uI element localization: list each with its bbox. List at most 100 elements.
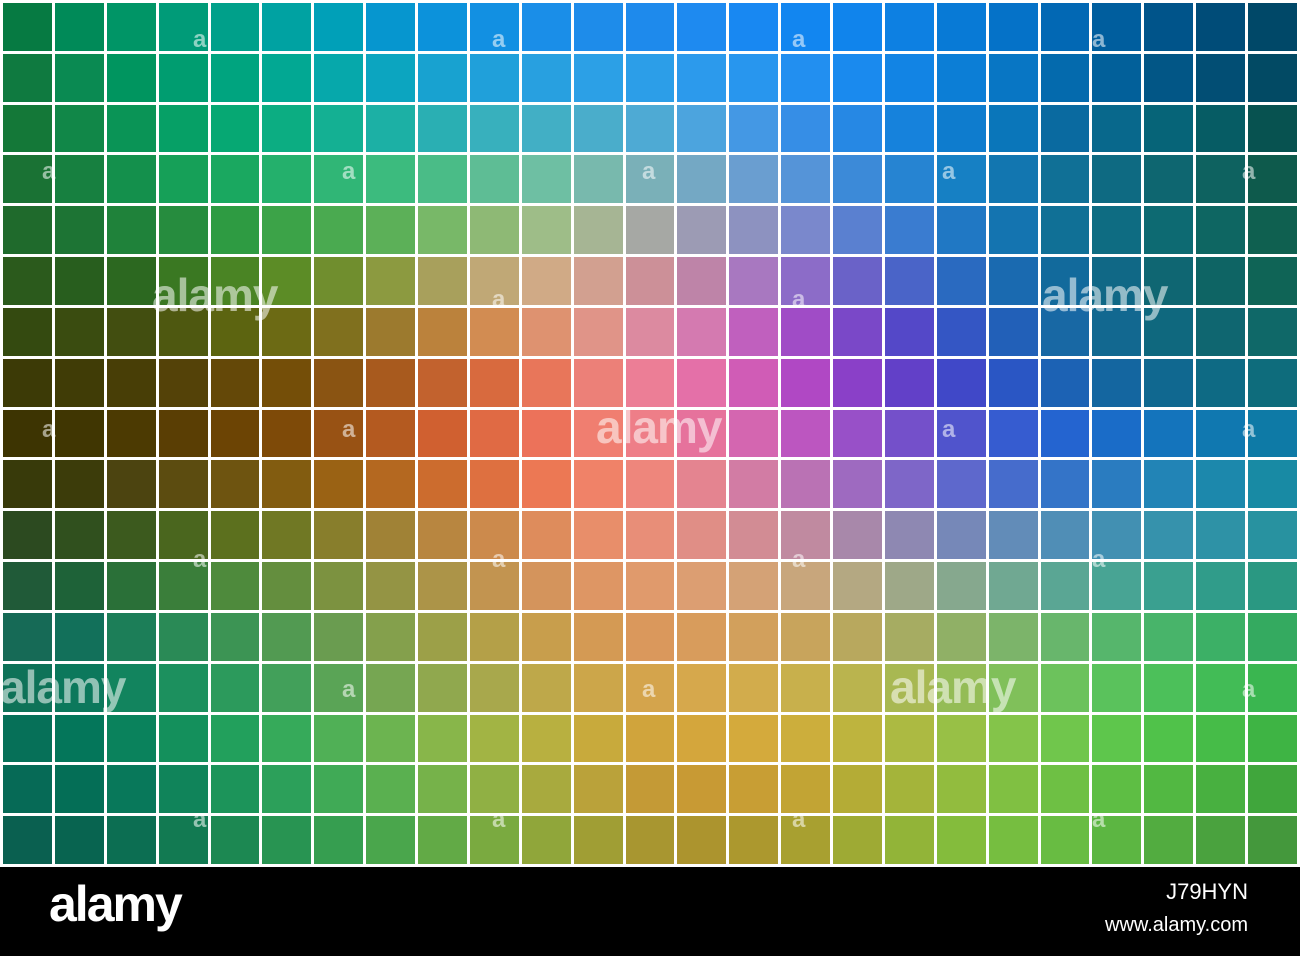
footer-logo: alamy [49, 876, 183, 932]
mosaic-tile [1092, 613, 1141, 661]
mosaic-tile [677, 206, 726, 254]
mosaic-tile [107, 359, 156, 407]
mosaic-tile [626, 3, 674, 51]
mosaic-tile [729, 359, 778, 407]
mosaic-tile [418, 155, 467, 203]
mosaic-tile [314, 3, 363, 51]
mosaic-tile [626, 54, 674, 102]
mosaic-tile [1041, 257, 1089, 305]
mosaic-tile [1196, 511, 1245, 559]
mosaic-tile [3, 359, 52, 407]
mosaic-tile [418, 816, 467, 864]
mosaic-tile [1092, 715, 1141, 762]
mosaic-tile [55, 257, 104, 305]
mosaic-tile [107, 3, 156, 51]
mosaic-tile [366, 511, 415, 559]
mosaic-tile [3, 206, 52, 254]
mosaic-tile [107, 460, 156, 508]
mosaic-tile [885, 765, 934, 813]
mosaic-tile [1092, 54, 1141, 102]
mosaic-tile [159, 511, 208, 559]
mosaic-tile [1041, 105, 1089, 152]
mosaic-tile [314, 816, 363, 864]
mosaic-tile [937, 359, 986, 407]
mosaic-tile [937, 511, 986, 559]
mosaic-tile [937, 765, 986, 813]
mosaic-tile [55, 155, 104, 203]
mosaic-tile [1196, 410, 1245, 457]
mosaic-tile [418, 359, 467, 407]
mosaic-tile [885, 206, 934, 254]
mosaic-tile [262, 410, 311, 457]
mosaic-tile [989, 308, 1038, 356]
mosaic-tile [1248, 613, 1297, 661]
mosaic-tile [418, 410, 467, 457]
mosaic-tile [211, 155, 259, 203]
mosaic-tile [833, 105, 882, 152]
mosaic-tile [470, 410, 519, 457]
mosaic-tile [833, 54, 882, 102]
mosaic-tile [522, 460, 571, 508]
mosaic-tile [729, 3, 778, 51]
mosaic-tile [833, 359, 882, 407]
mosaic-tile [159, 105, 208, 152]
mosaic-tile [159, 3, 208, 51]
mosaic-tile [885, 410, 934, 457]
mosaic-tile [211, 613, 259, 661]
mosaic-tile [107, 613, 156, 661]
mosaic-tile [1092, 511, 1141, 559]
image-id: J79HYN [1166, 879, 1248, 904]
mosaic-tile [1041, 562, 1089, 610]
mosaic-tile [211, 664, 259, 712]
mosaic-tile [1196, 308, 1245, 356]
mosaic-tile [574, 308, 623, 356]
mosaic-tile [574, 664, 623, 712]
mosaic-tile [107, 715, 156, 762]
mosaic-tile [1196, 359, 1245, 407]
mosaic-tile [574, 410, 623, 457]
mosaic-tile [159, 308, 208, 356]
mosaic-tile [1196, 664, 1245, 712]
mosaic-tile [55, 105, 104, 152]
mosaic-tile [1092, 206, 1141, 254]
mosaic-tile [3, 105, 52, 152]
mosaic-tile [781, 155, 830, 203]
mosaic-tile [781, 54, 830, 102]
mosaic-tile [211, 511, 259, 559]
mosaic-tile [1248, 765, 1297, 813]
mosaic-tile [314, 410, 363, 457]
mosaic-tile [989, 816, 1038, 864]
mosaic-tile [314, 155, 363, 203]
mosaic-tile [833, 715, 882, 762]
mosaic-tile [262, 257, 311, 305]
mosaic-tile [159, 664, 208, 712]
mosaic-tile [159, 155, 208, 203]
mosaic-tile [262, 206, 311, 254]
mosaic-tile [989, 206, 1038, 254]
mosaic-tile [885, 359, 934, 407]
mosaic-tile [1144, 460, 1193, 508]
mosaic-tile [159, 715, 208, 762]
mosaic-tile [885, 257, 934, 305]
mosaic-tile [107, 257, 156, 305]
mosaic-tile [574, 562, 623, 610]
mosaic-tile [781, 664, 830, 712]
mosaic-tile [418, 54, 467, 102]
mosaic-tile [211, 460, 259, 508]
mosaic-tile [833, 511, 882, 559]
mosaic-tile [574, 105, 623, 152]
mosaic-tile [626, 359, 674, 407]
mosaic-tile [937, 410, 986, 457]
mosaic-tile [833, 308, 882, 356]
mosaic-tile [781, 3, 830, 51]
mosaic-tile [989, 105, 1038, 152]
mosaic-tile [1196, 54, 1245, 102]
mosaic-tile [1196, 765, 1245, 813]
mosaic-tile [366, 816, 415, 864]
mosaic-tile [522, 308, 571, 356]
mosaic-tile [55, 3, 104, 51]
mosaic-tile [522, 765, 571, 813]
mosaic-tile [470, 460, 519, 508]
mosaic-tile [729, 257, 778, 305]
mosaic-tile [262, 664, 311, 712]
